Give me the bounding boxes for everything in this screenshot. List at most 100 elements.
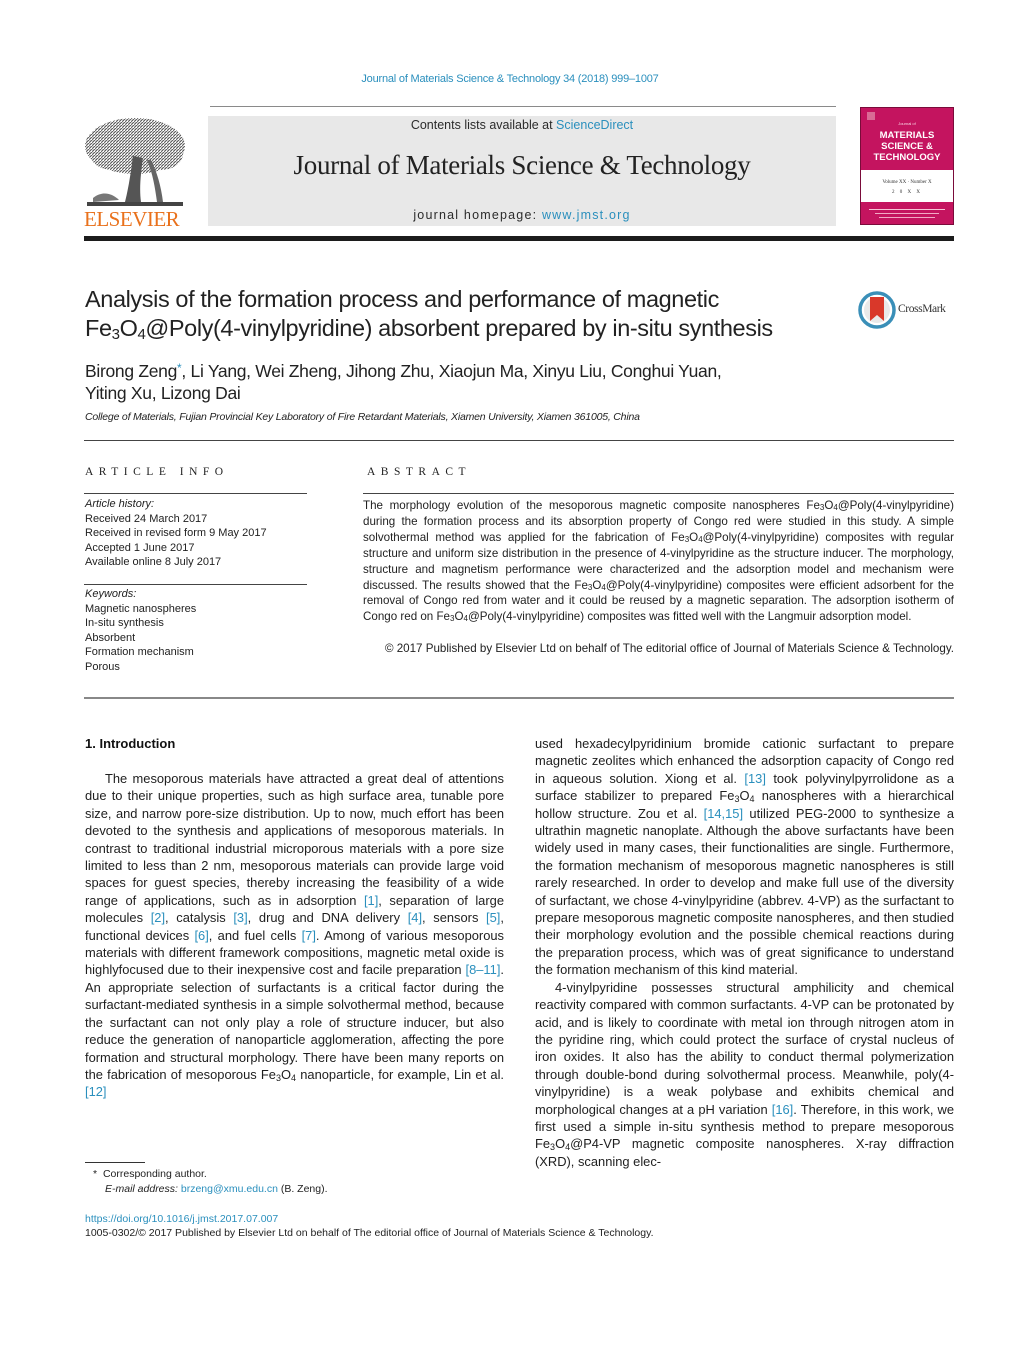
history-item: Available online 8 July 2017 — [85, 556, 222, 568]
reference-link[interactable]: [14,15] — [704, 806, 743, 821]
keywords-list: Keywords: Magnetic nanospheres In-situ s… — [85, 587, 315, 674]
issn-copyright-line: 1005-0302/© 2017 Published by Elsevier L… — [85, 1227, 654, 1239]
keyword-item: In-situ synthesis — [85, 617, 164, 629]
cover-volume: Volume XX · Number X — [882, 180, 932, 185]
reference-link[interactable]: [4] — [408, 910, 422, 925]
journal-citation-link[interactable]: Journal of Materials Science & Technolog… — [0, 73, 1020, 85]
reference-link[interactable]: [12] — [85, 1084, 107, 1099]
keyword-item: Absorbent — [85, 631, 136, 644]
author-corresponding[interactable]: Birong Zeng — [85, 361, 177, 381]
contents-available-line: Contents lists available at ScienceDirec… — [208, 118, 836, 132]
abstract-segment: O — [454, 610, 464, 624]
reference-link[interactable]: [2] — [151, 910, 165, 925]
text: O — [280, 1066, 292, 1082]
text: , and fuel cells — [208, 927, 302, 943]
journal-name: Journal of Materials Science & Technolog… — [293, 150, 751, 180]
masthead-thick-divider — [84, 236, 954, 241]
authors-line-2: Yiting Xu, Lizong Dai — [85, 383, 241, 403]
journal-homepage-link[interactable]: www.jmst.org — [542, 208, 631, 222]
crossmark-icon — [858, 291, 896, 329]
reference-link[interactable]: [6] — [194, 928, 208, 943]
footnote-text: Corresponding author. — [102, 1168, 207, 1180]
abstract-text: The morphology evolution of the mesoporo… — [363, 498, 954, 625]
homepage-prefix: journal homepage: — [413, 208, 542, 222]
cover-footer-line — [879, 217, 935, 218]
footnote-corresponding: * Corresponding author. — [93, 1167, 328, 1182]
title-line-1: Analysis of the formation process and pe… — [85, 286, 719, 312]
author-list: Birong Zeng*, Li Yang, Wei Zheng, Jihong… — [85, 357, 845, 404]
footnote-divider — [85, 1162, 145, 1163]
email-label: E-mail address: — [105, 1183, 178, 1195]
body-column-left: The mesoporous materials have attracted … — [85, 770, 504, 1101]
title-subscript: 3 — [111, 326, 120, 343]
reference-link[interactable]: [7] — [302, 928, 316, 943]
cover-white-band — [861, 170, 953, 202]
doi-link[interactable]: https://doi.org/10.1016/j.jmst.2017.07.0… — [85, 1213, 278, 1225]
cover-footer-line — [875, 213, 939, 214]
reference-link[interactable]: [5] — [486, 910, 500, 925]
abstract-segment: The morphology evolution of the mesoporo… — [363, 499, 820, 512]
reference-link[interactable]: [16] — [772, 1102, 794, 1117]
keywords-label: Keywords: — [85, 588, 137, 600]
journal-homepage-line: journal homepage: www.jmst.org — [208, 208, 836, 222]
footnote: * Corresponding author. E-mail address: … — [93, 1167, 328, 1197]
body-divider — [84, 697, 954, 699]
title-line-2-rest: @Poly(4-vinylpyridine) absorbent prepare… — [145, 315, 773, 341]
author-email-link[interactable]: brzeng@xmu.edu.cn — [181, 1183, 278, 1195]
sciencedirect-link[interactable]: ScienceDirect — [556, 118, 633, 132]
text: , drug and DNA delivery — [247, 910, 408, 926]
section-heading-introduction: 1. Introduction — [85, 736, 176, 751]
text: nanoparticle, for example, Lin et al. — [296, 1066, 505, 1082]
crossmark-label: CrossMark — [898, 303, 946, 315]
keywords-divider — [84, 584, 307, 585]
body-column-right: used hexadecylpyridinium bromide cationi… — [535, 735, 954, 1170]
abstract-divider — [363, 493, 954, 494]
elsevier-wordmark: ELSEVIER — [84, 207, 180, 231]
cover-title-line: MATERIALS — [879, 130, 935, 141]
article-history-label: Article history: — [85, 498, 155, 510]
journal-cover-thumbnail[interactable]: Journal of MATERIALS SCIENCE & TECHNOLOG… — [860, 107, 954, 225]
text: 4-vinylpyridine possesses structural amp… — [535, 979, 954, 1117]
reference-link[interactable]: [3] — [233, 910, 247, 925]
abstract-segment: O — [689, 530, 699, 544]
cover-title: MATERIALS SCIENCE & TECHNOLOGY — [861, 130, 953, 163]
text: O — [739, 788, 750, 804]
crossmark-button[interactable]: CrossMark — [858, 291, 958, 331]
reference-link[interactable]: [13] — [744, 771, 766, 786]
cover-title-line: TECHNOLOGY — [873, 152, 941, 163]
text: , catalysis — [165, 910, 234, 926]
keyword-item: Magnetic nanospheres — [85, 602, 197, 615]
tree-icon — [85, 118, 185, 206]
cover-publisher-logo — [867, 112, 875, 120]
keyword-item: Formation mechanism — [85, 646, 194, 658]
history-item: Accepted 1 June 2017 — [85, 541, 195, 554]
footnote-email-line: E-mail address: brzeng@xmu.edu.cn (B. Ze… — [93, 1182, 328, 1197]
email-suffix: (B. Zeng). — [277, 1183, 328, 1195]
cover-footer-line — [869, 209, 945, 210]
abstract-copyright: © 2017 Published by Elsevier Ltd on beha… — [384, 642, 954, 655]
title-formula-fe: Fe — [85, 315, 112, 341]
reference-link[interactable]: [8–11] — [466, 962, 501, 977]
intro-paragraph-2: 4-vinylpyridine possesses structural amp… — [535, 979, 954, 1170]
intro-paragraph-1: The mesoporous materials have attracted … — [85, 770, 504, 1101]
cover-year: 2 0 X X — [892, 190, 922, 195]
abstract-heading: ABSTRACT — [367, 466, 472, 478]
text: @P4-VP magnetic composite nanospheres. X… — [535, 1136, 954, 1169]
cover-small-text: Journal of — [898, 121, 916, 126]
text: The mesoporous materials have attracted … — [85, 771, 504, 908]
header-divider — [210, 106, 836, 107]
text: . An appropriate selection of surfactant… — [85, 962, 504, 1082]
journal-masthead: Contents lists available at ScienceDirec… — [208, 116, 836, 226]
keyword-item: Porous — [85, 660, 120, 673]
article-info-divider — [84, 493, 307, 494]
reference-link[interactable]: [1] — [364, 893, 378, 908]
text: , sensors — [422, 910, 487, 926]
text: O — [555, 1136, 566, 1152]
text: utilized PEG-2000 to synthesize a ultrat… — [535, 805, 954, 978]
title-formula-o: O — [119, 315, 138, 341]
article-history: Article history: Received 24 March 2017 … — [85, 497, 315, 570]
abstract-segment: @Poly(4-vinylpyridine) composites was fi… — [467, 610, 912, 624]
article-title: Analysis of the formation process and pe… — [85, 285, 845, 343]
cover-title-line: SCIENCE & — [881, 141, 933, 152]
history-item: Received 24 March 2017 — [85, 512, 208, 525]
